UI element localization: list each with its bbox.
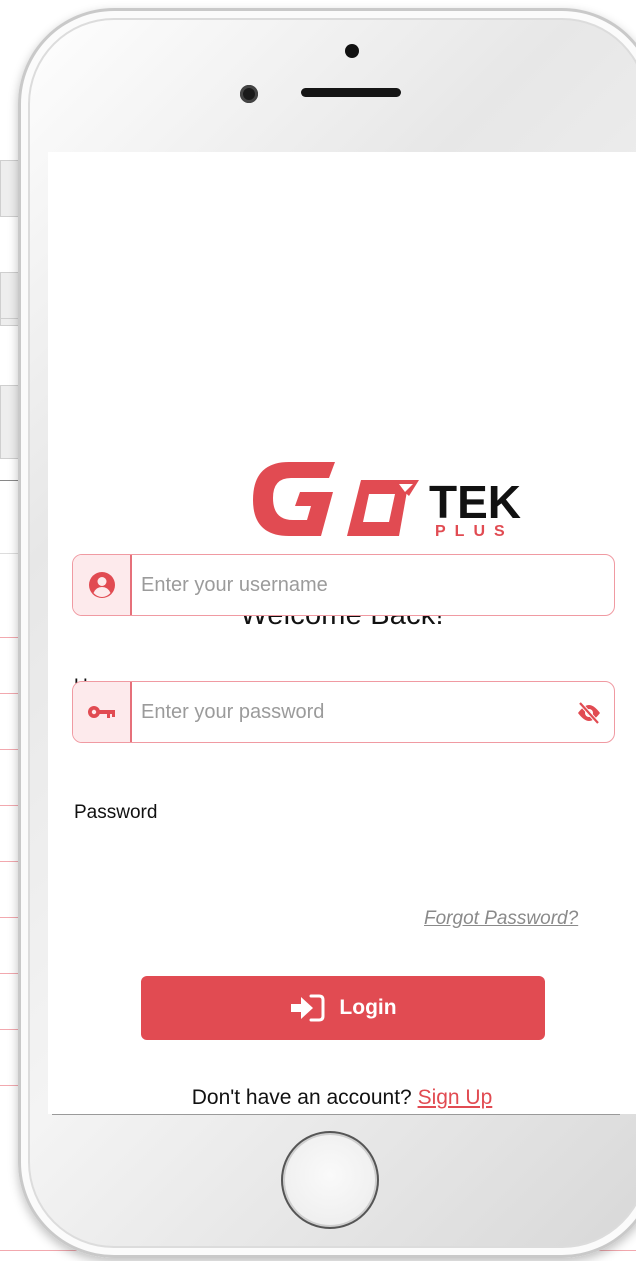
eye-slash-icon[interactable] [576, 701, 602, 725]
phone-screen: TEK PLUS Welcome Back! Username Password… [48, 152, 636, 1114]
password-icon-box [73, 682, 132, 742]
password-label: Password [74, 802, 158, 823]
front-camera [240, 85, 258, 103]
key-icon [87, 706, 115, 718]
user-circle-icon [88, 572, 115, 598]
home-button[interactable] [281, 1131, 379, 1229]
logo-plus-text: PLUS [435, 523, 514, 540]
signup-prompt: Don't have an account? [191, 1086, 412, 1109]
earpiece-speaker [301, 88, 401, 97]
gotek-plus-logo: TEK PLUS [253, 462, 521, 540]
username-input[interactable] [141, 555, 541, 615]
login-button[interactable]: Login [141, 976, 545, 1040]
signup-row: Don't have an account? Sign Up [48, 1086, 636, 1110]
forgot-password-link[interactable]: Forgot Password? [424, 908, 578, 930]
username-input-group[interactable] [72, 554, 615, 616]
sign-in-icon [291, 994, 325, 1022]
username-icon-box [73, 555, 132, 615]
password-input[interactable] [141, 682, 541, 742]
login-button-label: Login [339, 996, 397, 1019]
screen-bottom-edge [52, 1114, 620, 1115]
signup-link[interactable]: Sign Up [418, 1086, 493, 1109]
password-input-group[interactable] [72, 681, 615, 743]
logo-tek-text: TEK [429, 476, 521, 528]
front-sensor [345, 44, 359, 58]
